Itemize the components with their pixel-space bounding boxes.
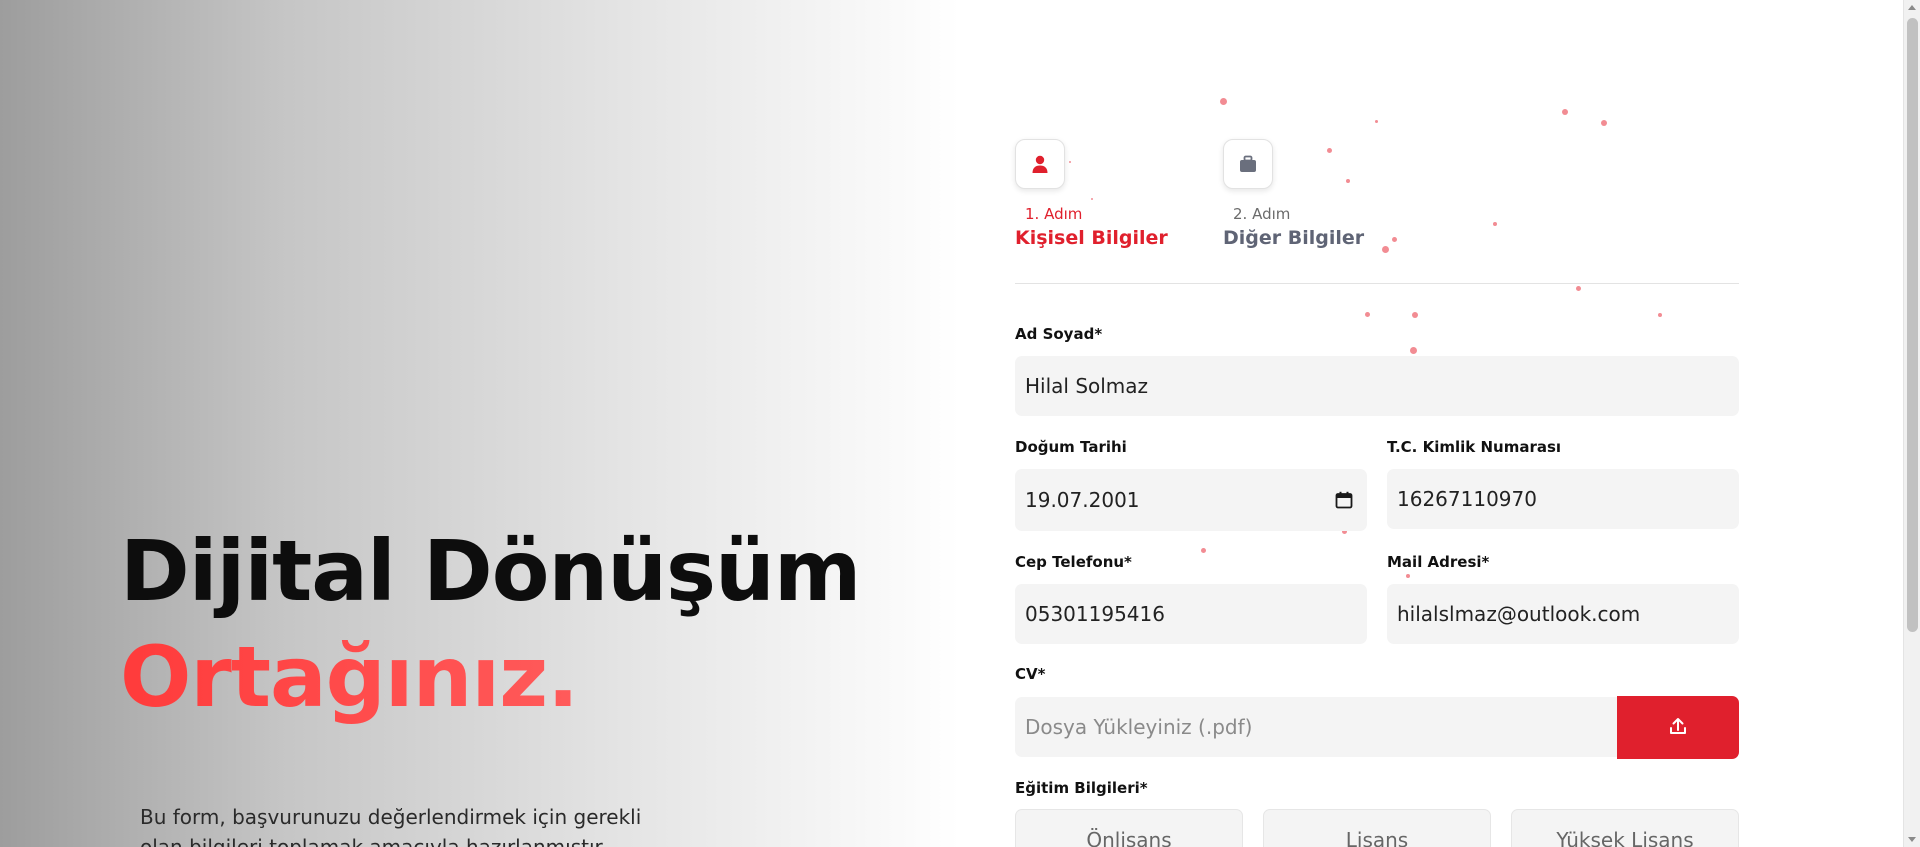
email-value: hilalslmaz@outlook.com <box>1397 602 1641 626</box>
calendar-icon[interactable] <box>1335 490 1353 514</box>
education-label: Eğitim Bilgileri* <box>1015 779 1148 797</box>
education-option-label: Yüksek Lisans <box>1556 828 1694 847</box>
tc-id-input[interactable]: 16267110970 <box>1387 469 1739 529</box>
cv-file-input[interactable]: Dosya Yükleyiniz (.pdf) <box>1015 697 1619 757</box>
scrollbar-thumb[interactable] <box>1907 18 1918 632</box>
hero-title: Dijital Dönüşüm Ortağınız. <box>120 518 861 730</box>
step-name: Kişisel Bilgiler <box>1015 227 1168 249</box>
phone-label: Cep Telefonu* <box>1015 553 1132 571</box>
full-name-label: Ad Soyad* <box>1015 325 1103 343</box>
full-name-input[interactable]: Hilal Solmaz <box>1015 356 1739 416</box>
page-scrollbar[interactable] <box>1903 0 1920 847</box>
birth-date-input[interactable]: 19.07.2001 <box>1015 469 1367 531</box>
step-personal-info[interactable]: 1. Adım Kişisel Bilgiler <box>1015 139 1168 249</box>
steps-divider <box>1015 283 1739 284</box>
full-name-value: Hilal Solmaz <box>1025 374 1149 398</box>
scroll-up-icon[interactable] <box>1908 5 1916 10</box>
hero-section: Dijital Dönüşüm Ortağınız. Bu form, başv… <box>0 0 960 847</box>
education-option-onlisans[interactable]: Önlisans <box>1015 809 1243 847</box>
hero-description: Bu form, başvurunuzu değerlendirmek için… <box>140 805 642 847</box>
upload-icon <box>1668 716 1688 740</box>
education-option-yuksek-lisans[interactable]: Yüksek Lisans <box>1511 809 1739 847</box>
hero-title-line2: Ortağınız. <box>120 624 860 730</box>
phone-value: 05301195416 <box>1025 602 1165 626</box>
step-other-info[interactable]: 2. Adım Diğer Bilgiler <box>1223 139 1364 249</box>
birth-date-label: Doğum Tarihi <box>1015 438 1127 456</box>
cv-label: CV* <box>1015 665 1046 683</box>
step-number: 1. Adım <box>1025 205 1083 223</box>
email-input[interactable]: hilalslmaz@outlook.com <box>1387 584 1739 644</box>
education-option-lisans[interactable]: Lisans <box>1263 809 1491 847</box>
step-name: Diğer Bilgiler <box>1223 227 1365 249</box>
cv-placeholder: Dosya Yükleyiniz (.pdf) <box>1025 715 1253 739</box>
hero-title-line1: Dijital Dönüşüm <box>120 522 861 620</box>
email-label: Mail Adresi* <box>1387 553 1490 571</box>
user-icon <box>1015 139 1065 189</box>
phone-input[interactable]: 05301195416 <box>1015 584 1367 644</box>
tc-id-value: 16267110970 <box>1397 487 1537 511</box>
tc-id-label: T.C. Kimlik Numarası <box>1387 438 1562 456</box>
education-option-label: Lisans <box>1345 828 1409 847</box>
step-number: 2. Adım <box>1233 205 1291 223</box>
briefcase-icon <box>1223 139 1273 189</box>
birth-date-value: 19.07.2001 <box>1025 488 1140 512</box>
scroll-down-icon[interactable] <box>1908 837 1916 842</box>
upload-button[interactable] <box>1617 696 1739 759</box>
education-option-label: Önlisans <box>1086 828 1172 847</box>
